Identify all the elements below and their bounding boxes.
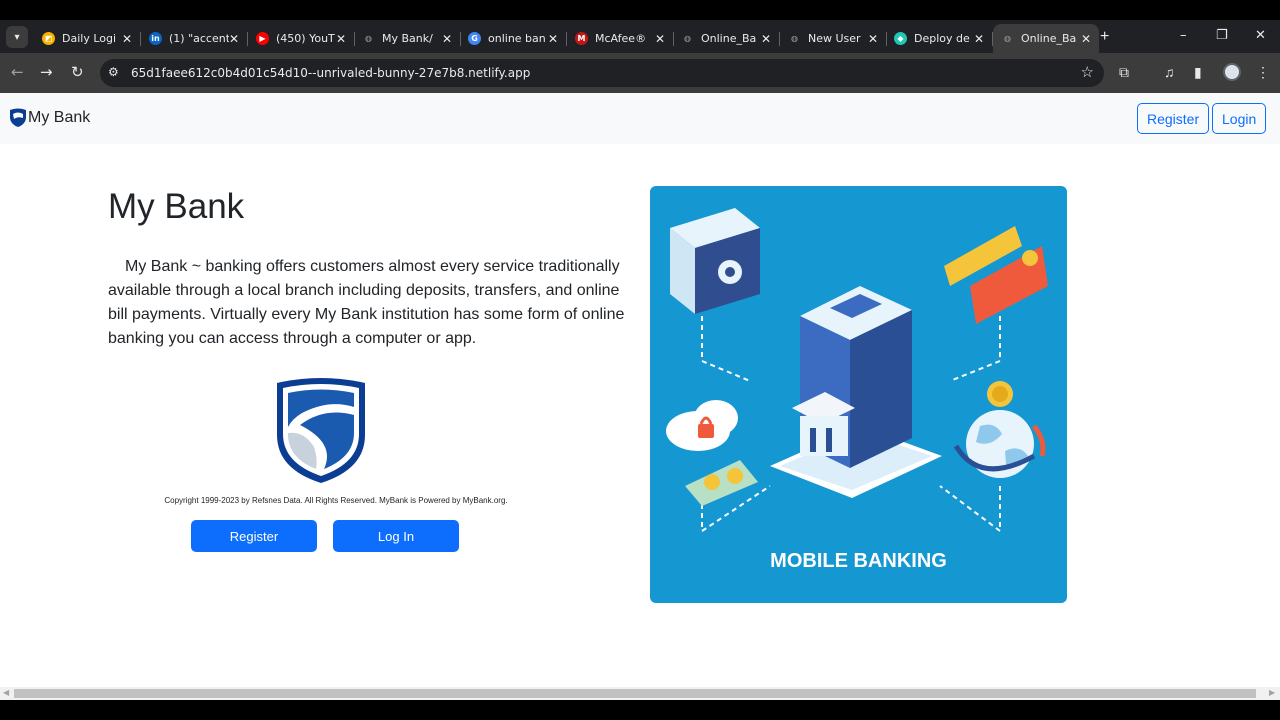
forward-icon[interactable]: → bbox=[40, 63, 53, 81]
tab-title: Online_Ba bbox=[701, 32, 757, 45]
linkedin-icon: in bbox=[149, 32, 162, 45]
tab-close-icon[interactable]: ✕ bbox=[761, 32, 771, 46]
profile-avatar[interactable] bbox=[1223, 63, 1241, 81]
tab-title: My Bank/ bbox=[382, 32, 433, 45]
tab-title: New User bbox=[808, 32, 861, 45]
tab-close-icon[interactable]: ✕ bbox=[655, 32, 665, 46]
back-icon[interactable]: ← bbox=[11, 63, 24, 81]
tab-search-button[interactable]: ▾ bbox=[6, 26, 28, 48]
tab-title: Online_Ba bbox=[1021, 32, 1077, 45]
scrollbar-thumb[interactable] bbox=[14, 689, 1256, 698]
copyright-text: Copyright 1999-2023 by Refsnes Data. All… bbox=[164, 496, 508, 505]
reload-icon[interactable]: ↻ bbox=[71, 63, 84, 81]
media-controls-icon[interactable]: ♫ bbox=[1164, 64, 1175, 80]
web-page: My Bank Register Login My Bank My Bank ~… bbox=[0, 93, 1280, 687]
horizontal-scrollbar[interactable]: ◀ ▶ bbox=[0, 687, 1280, 700]
browser-tab[interactable]: ▶ (450) YouT ✕ bbox=[248, 24, 355, 53]
browser-tab[interactable]: in (1) "accent ✕ bbox=[141, 24, 248, 53]
youtube-icon: ▶ bbox=[256, 32, 269, 45]
site-info-icon[interactable]: ⚙ bbox=[108, 65, 119, 79]
tab-title: Daily Logi bbox=[62, 32, 117, 45]
screen-top-border bbox=[0, 0, 1280, 20]
tab-close-icon[interactable]: ✕ bbox=[548, 32, 558, 46]
tab-close-icon[interactable]: ✕ bbox=[974, 32, 984, 46]
google-icon: G bbox=[468, 32, 481, 45]
register-button[interactable]: Register bbox=[191, 520, 317, 552]
navbar-login-button[interactable]: Login bbox=[1212, 103, 1267, 134]
globe-icon: ◍ bbox=[365, 34, 372, 43]
tab-title: online ban bbox=[488, 32, 546, 45]
extensions-icon[interactable]: ⧉ bbox=[1119, 64, 1129, 81]
tab-close-icon[interactable]: ✕ bbox=[1081, 32, 1091, 46]
page-title: My Bank bbox=[108, 187, 245, 226]
browser-tab[interactable]: M McAfee® ✕ bbox=[567, 24, 674, 53]
tab-close-icon[interactable]: ✕ bbox=[229, 32, 239, 46]
tab-close-icon[interactable]: ✕ bbox=[868, 32, 878, 46]
tab-close-icon[interactable]: ✕ bbox=[336, 32, 346, 46]
globe-icon: ◍ bbox=[684, 34, 691, 43]
brand-text: My Bank bbox=[28, 109, 91, 126]
new-tab-button[interactable]: + bbox=[1100, 28, 1109, 46]
netlify-icon: ◆ bbox=[894, 32, 907, 45]
tab-close-icon[interactable]: ✕ bbox=[122, 32, 132, 46]
screen-bottom-border bbox=[0, 700, 1280, 720]
browser-tab[interactable]: ◩ Daily Logi ✕ bbox=[34, 24, 141, 53]
close-window-icon[interactable]: ✕ bbox=[1255, 28, 1266, 43]
tab-title: (1) "accent bbox=[169, 32, 229, 45]
browser-tab-bar: ▾ ◩ Daily Logi ✕ in (1) "accent ✕ ▶ (450) YouT ✕… bbox=[0, 20, 1280, 53]
browser-tab[interactable]: ◍ New User ✕ bbox=[780, 24, 887, 53]
mobile-banking-graphic bbox=[666, 208, 1048, 533]
tab-title: Deploy de bbox=[914, 32, 970, 45]
mcafee-icon: M bbox=[575, 32, 588, 45]
bank-logo-icon bbox=[277, 378, 365, 483]
scroll-left-icon[interactable]: ◀ bbox=[3, 688, 9, 697]
airtable-icon: ◩ bbox=[42, 32, 55, 45]
browser-toolbar: ← → ↻ ⚙ 65d1faee612c0b4d01c54d10--unriva… bbox=[0, 53, 1280, 93]
hero-caption: MOBILE BANKING bbox=[770, 550, 947, 572]
tab-close-icon[interactable]: ✕ bbox=[442, 32, 452, 46]
globe-icon: ◍ bbox=[1004, 34, 1011, 43]
browser-tab[interactable]: ◍ Online_Ba ✕ bbox=[993, 24, 1099, 53]
tab-title: McAfee® bbox=[595, 32, 647, 45]
site-navbar: My Bank Register Login bbox=[0, 93, 1280, 144]
navbar-register-button[interactable]: Register bbox=[1137, 103, 1210, 134]
login-button[interactable]: Log In bbox=[333, 520, 459, 552]
brand-link[interactable]: My Bank bbox=[9, 108, 90, 128]
globe-icon: ◍ bbox=[791, 34, 798, 43]
side-panel-icon[interactable]: ▮ bbox=[1194, 64, 1202, 81]
browser-tab[interactable]: Gonline ban ✕ bbox=[460, 24, 567, 53]
bookmark-star-icon[interactable]: ☆ bbox=[1081, 63, 1094, 81]
intro-description: My Bank ~ banking offers customers almos… bbox=[108, 258, 625, 347]
mobile-banking-illustration: MOBILE BANKING bbox=[650, 186, 1067, 603]
url-text[interactable]: 65d1faee612c0b4d01c54d10--unrivaled-bunn… bbox=[131, 66, 530, 80]
bank-shield-icon bbox=[10, 108, 26, 127]
more-menu-icon[interactable]: ⋮ bbox=[1256, 64, 1270, 81]
browser-tab[interactable]: ◍ My Bank/ ✕ bbox=[354, 24, 461, 53]
address-bar[interactable]: ⚙ 65d1faee612c0b4d01c54d10--unrivaled-bu… bbox=[100, 59, 1104, 87]
restore-icon[interactable]: ❐ bbox=[1216, 28, 1228, 43]
scroll-right-icon[interactable]: ▶ bbox=[1269, 688, 1275, 697]
tab-title: (450) YouT bbox=[276, 32, 335, 45]
minimize-icon[interactable]: – bbox=[1180, 28, 1187, 43]
browser-tab[interactable]: ◆ Deploy de ✕ bbox=[886, 24, 993, 53]
browser-tab[interactable]: ◍ Online_Ba ✕ bbox=[673, 24, 780, 53]
